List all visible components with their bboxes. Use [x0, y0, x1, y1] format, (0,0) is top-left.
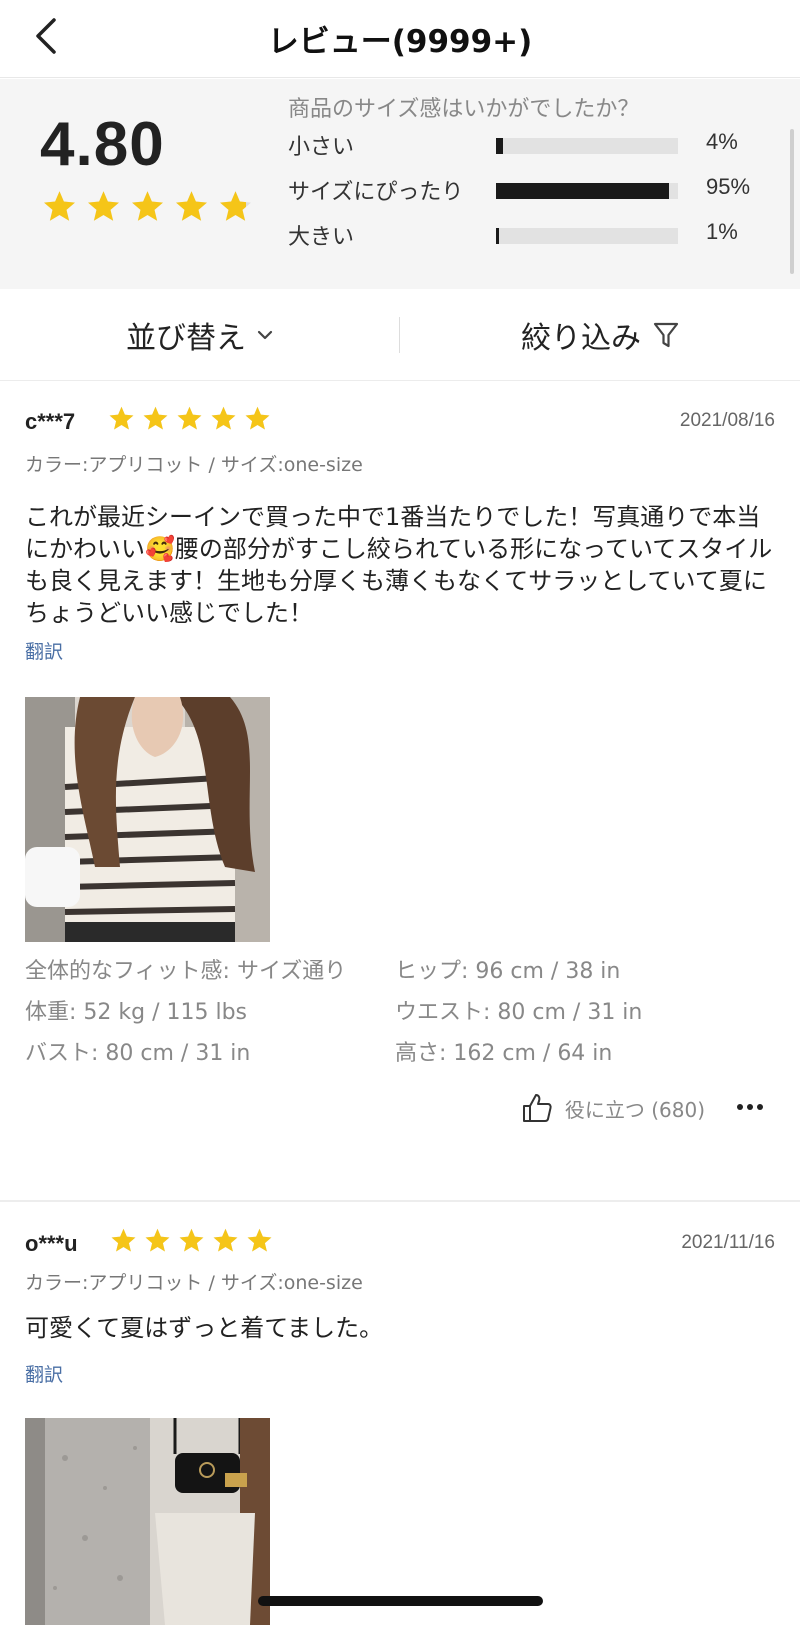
fit-row-true-to-size: サイズにぴったり 95%	[288, 174, 768, 206]
fit-percent: 95%	[706, 174, 751, 199]
star-icon	[179, 1228, 204, 1252]
filter-label: 絞り込み	[521, 321, 641, 356]
star-icon	[247, 1228, 272, 1252]
fit-bar	[496, 183, 678, 199]
fit-bar	[496, 228, 678, 244]
more-options-button[interactable]	[730, 1092, 770, 1122]
review-date: 2021/08/16	[679, 410, 775, 431]
review-text: これが最近シーインで買った中で1番当たりでした！写真通りで本当にかわいい🥰腰の部…	[25, 503, 773, 627]
translate-link[interactable]: 翻訳	[25, 1360, 63, 1387]
weight-measurement: 体重: 52 kg / 115 lbs	[25, 1000, 248, 1025]
chevron-down-icon	[257, 330, 273, 340]
star-icon	[109, 406, 134, 430]
star-icon	[88, 191, 119, 221]
star-icon	[145, 1228, 170, 1252]
helpful-count: 役に立つ (680)	[564, 1097, 705, 1122]
star-icon	[44, 191, 75, 221]
review-text: 可愛くて夏はずっと着てました。	[25, 1314, 384, 1342]
fit-label: サイズにぴったり	[288, 180, 464, 205]
review-photo-image	[25, 1418, 270, 1625]
fit-bar-fill	[496, 183, 669, 199]
fit-bar	[496, 138, 678, 154]
hip-measurement: ヒップ: 96 cm / 38 in	[395, 959, 621, 984]
star-icon	[213, 1228, 238, 1252]
review-photo-image	[25, 697, 270, 942]
review-date: 2021/11/16	[681, 1232, 775, 1253]
bust-measurement: バスト: 80 cm / 31 in	[25, 1041, 251, 1066]
star-icon	[177, 406, 202, 430]
more-horizontal-icon	[737, 1104, 763, 1110]
star-icon	[176, 191, 207, 221]
fit-bar-fill	[496, 228, 499, 244]
review-attributes: カラー:アプリコット / サイズ:one-size	[25, 454, 363, 476]
reviewer-name: c***7	[25, 409, 76, 434]
fit-row-large: 大きい 1%	[288, 219, 768, 251]
star-icon	[111, 1228, 136, 1252]
review-photo[interactable]	[25, 1418, 270, 1625]
translate-link[interactable]: 翻訳	[25, 637, 63, 664]
review-stars	[108, 405, 271, 432]
filter-button[interactable]: 絞り込み	[400, 289, 800, 381]
helpful-button[interactable]: 役に立つ (680)	[521, 1092, 705, 1124]
star-icon	[245, 406, 270, 430]
height-measurement: 高さ: 162 cm / 64 in	[395, 1041, 613, 1066]
fit-label: 小さい	[288, 135, 355, 160]
review-item: o***u 2021/11/16 カラー:アプリコット / サイズ:one-si…	[0, 1202, 800, 1625]
overall-fit: 全体的なフィット感: サイズ通り	[25, 959, 347, 984]
star-icon	[220, 191, 251, 221]
review-attributes: カラー:アプリコット / サイズ:one-size	[25, 1272, 363, 1294]
fit-question: 商品のサイズ感はいかがでしたか？	[288, 97, 640, 122]
sort-label: 並び替え	[126, 321, 246, 356]
reviewer-name: o***u	[25, 1231, 78, 1256]
scrollbar[interactable]	[790, 129, 794, 274]
fit-percent: 4%	[706, 129, 738, 154]
sort-button[interactable]: 並び替え	[0, 289, 400, 381]
filter-icon	[653, 322, 679, 348]
waist-measurement: ウエスト: 80 cm / 31 in	[395, 1000, 643, 1025]
home-indicator[interactable]	[258, 1596, 543, 1606]
header: レビュー(9999+)	[0, 0, 800, 78]
average-rating: 4.80	[40, 110, 165, 179]
thumbs-up-icon	[522, 1094, 552, 1122]
star-icon	[132, 191, 163, 221]
sort-filter-bar: 並び替え 絞り込み	[0, 289, 800, 381]
review-photo[interactable]	[25, 697, 270, 942]
fit-bar-fill	[496, 138, 504, 154]
fit-label: 大きい	[288, 225, 355, 250]
star-icon	[143, 406, 168, 430]
fit-row-small: 小さい 4%	[288, 129, 768, 161]
review-item: c***7 2021/08/16 カラー:アプリコット / サイズ:one-si…	[0, 381, 800, 1181]
star-icon	[211, 406, 236, 430]
average-rating-stars	[42, 189, 253, 224]
page-title: レビュー(9999+)	[267, 24, 533, 60]
fit-percent: 1%	[706, 219, 738, 244]
rating-summary: 4.80 商品のサイズ感はいかがでしたか？ 小さい 4% サイズにぴったり 95…	[0, 79, 800, 289]
review-stars	[110, 1227, 273, 1254]
